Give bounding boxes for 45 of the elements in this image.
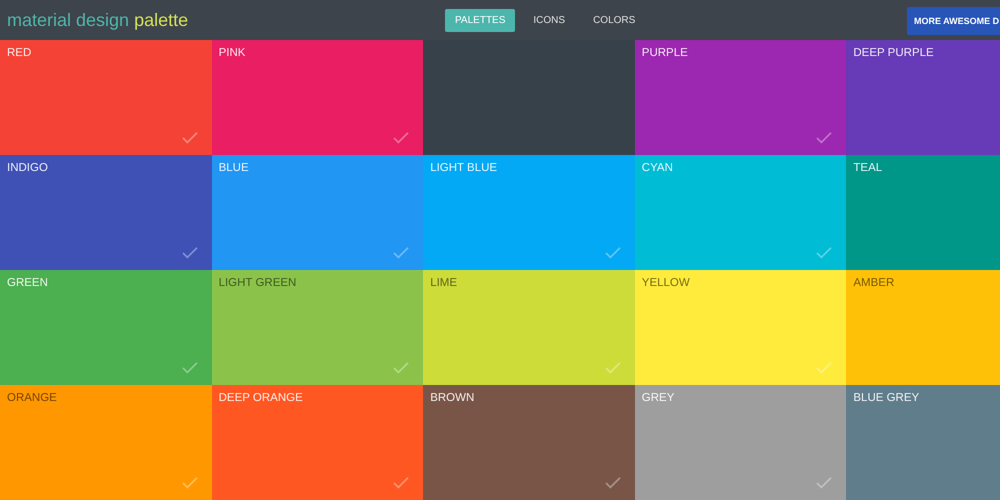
color-name: YELLOW xyxy=(642,277,690,289)
color-tile[interactable]: TEAL xyxy=(846,155,1000,270)
nav-tab[interactable]: ICONS xyxy=(523,8,576,32)
color-tile[interactable]: DEEP PURPLE xyxy=(846,40,1000,155)
color-tile[interactable]: LIGHT GREEN xyxy=(212,270,424,385)
color-tile[interactable]: PINK xyxy=(212,40,424,155)
color-name: DEEP ORANGE xyxy=(218,392,303,404)
color-name: BLUE GREY xyxy=(853,392,920,404)
color-name: PINK xyxy=(218,47,246,59)
color-name: TEAL xyxy=(853,162,882,174)
color-tile[interactable]: RED xyxy=(0,40,212,155)
color-tile[interactable]: AMBER xyxy=(846,270,1000,385)
color-tile[interactable]: BROWN xyxy=(423,385,635,500)
color-tile[interactable]: BLUE xyxy=(212,155,424,270)
color-tile[interactable]: GREEN xyxy=(0,270,212,385)
color-name: BLUE xyxy=(218,162,249,174)
nav-tab[interactable]: COLORS xyxy=(583,8,646,32)
color-name: LIGHT BLUE xyxy=(430,162,498,174)
color-tile[interactable]: ORANGE xyxy=(0,385,212,500)
logo-text: palette xyxy=(134,10,188,30)
color-tile[interactable]: YELLOW xyxy=(634,270,846,385)
color-name: GREEN xyxy=(7,277,48,289)
color-name: RED xyxy=(7,47,32,59)
color-tile[interactable]: PURPLE xyxy=(634,40,846,155)
color-name: AMBER xyxy=(853,277,894,289)
color-tile[interactable]: BLUE GREY xyxy=(846,385,1000,500)
color-tile[interactable]: INDIGO xyxy=(0,155,212,270)
color-name: CYAN xyxy=(642,162,673,174)
logo-text: material design xyxy=(7,10,130,30)
color-tile[interactable]: CYAN xyxy=(634,155,846,270)
color-tile[interactable]: LIME xyxy=(423,270,635,385)
color-name: DEEP PURPLE xyxy=(853,47,934,59)
color-name: LIGHT GREEN xyxy=(218,277,296,289)
color-name: ORANGE xyxy=(7,392,57,404)
nav-tab[interactable]: PALETTES xyxy=(445,8,516,32)
color-tile[interactable]: LIGHT BLUE xyxy=(423,155,635,270)
color-name: BROWN xyxy=(430,392,474,404)
color-name: GREY xyxy=(642,392,674,404)
color-tile[interactable]: GREY xyxy=(634,385,846,500)
color-tile[interactable]: DEEP ORANGE xyxy=(212,385,424,500)
color-tile[interactable] xyxy=(423,40,635,155)
color-name: INDIGO xyxy=(7,162,48,174)
color-name: PURPLE xyxy=(642,47,688,59)
color-name: LIME xyxy=(430,277,458,289)
more-button[interactable]: MORE AWESOME D xyxy=(907,7,1000,35)
